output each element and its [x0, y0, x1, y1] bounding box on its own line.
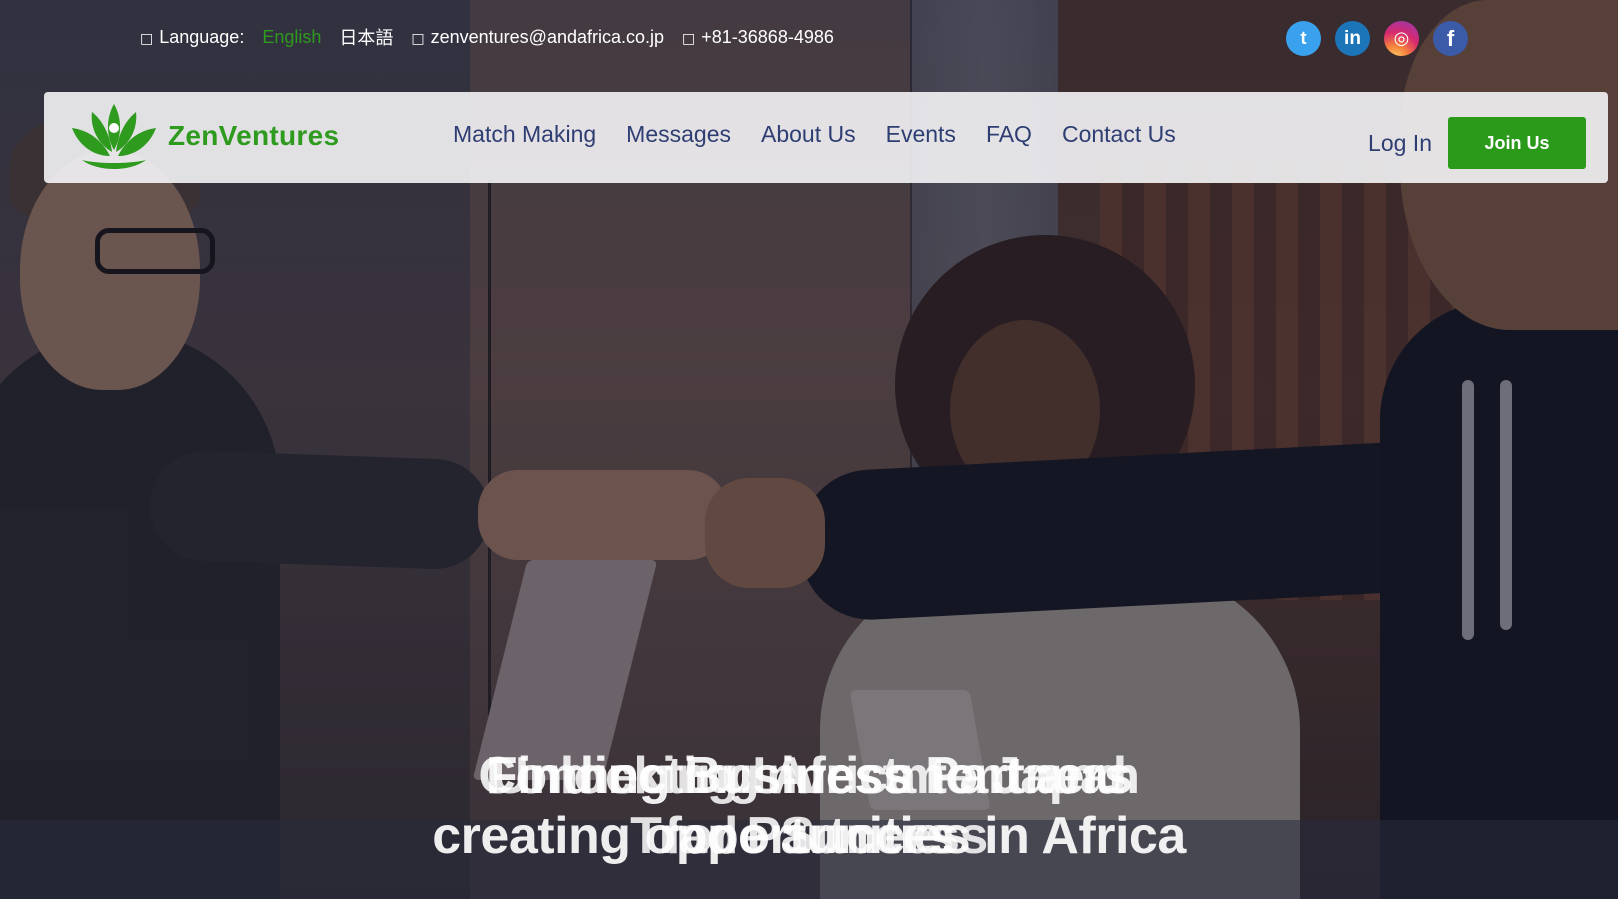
nav-actions: Log In Join Us — [1368, 117, 1586, 169]
nav-link-messages[interactable]: Messages — [626, 121, 731, 148]
language-label: Language: — [159, 26, 245, 47]
instagram-icon[interactable]: ◎ — [1384, 21, 1419, 56]
nav-link-match-making[interactable]: Match Making — [453, 121, 596, 148]
phone-contact[interactable]: □ +81-36868-4986 — [682, 27, 834, 48]
globe-icon: □ — [140, 30, 154, 47]
email-contact[interactable]: □ zenventures@andafrica.co.jp — [411, 27, 664, 48]
mail-icon: □ — [411, 30, 425, 47]
language-selector: □ Language: — [140, 27, 244, 48]
social-links: t in ◎ f — [1286, 21, 1468, 56]
email-address: zenventures@andafrica.co.jp — [430, 26, 665, 47]
lotus-logo-icon — [72, 104, 156, 169]
hero-slide-c-line1: Unlocking Investment and — [491, 747, 1127, 805]
nav-link-contact-us[interactable]: Contact Us — [1062, 121, 1176, 148]
brand-name: ZenVentures — [168, 120, 340, 151]
main-navbar: ZenVentures Match Making Messages About … — [44, 92, 1608, 183]
login-link[interactable]: Log In — [1368, 130, 1432, 157]
linkedin-icon[interactable]: in — [1335, 21, 1370, 56]
hero-headline: Finding Business Partners creating oppor… — [0, 745, 1618, 865]
nav-menu: Match Making Messages About Us Events FA… — [453, 121, 1176, 148]
hero-slide-c-line2: Trade Success — [630, 807, 988, 865]
contact-info: □ Language: English 日本語 □ zenventures@anda… — [140, 24, 834, 50]
twitter-icon[interactable]: t — [1286, 21, 1321, 56]
top-info-bar: □ Language: English 日本語 □ zenventures@anda… — [0, 0, 1618, 72]
phone-number: +81-36868-4986 — [701, 26, 834, 47]
phone-icon: □ — [682, 30, 696, 47]
nav-link-events[interactable]: Events — [886, 121, 956, 148]
nav-link-about-us[interactable]: About Us — [761, 121, 856, 148]
brand-logo[interactable]: ZenVentures — [68, 98, 339, 174]
facebook-icon[interactable]: f — [1433, 21, 1468, 56]
language-option-english[interactable]: English — [262, 27, 321, 48]
nav-link-faq[interactable]: FAQ — [986, 121, 1032, 148]
join-us-button[interactable]: Join Us — [1448, 117, 1586, 169]
language-option-japanese[interactable]: 日本語 — [339, 24, 393, 50]
